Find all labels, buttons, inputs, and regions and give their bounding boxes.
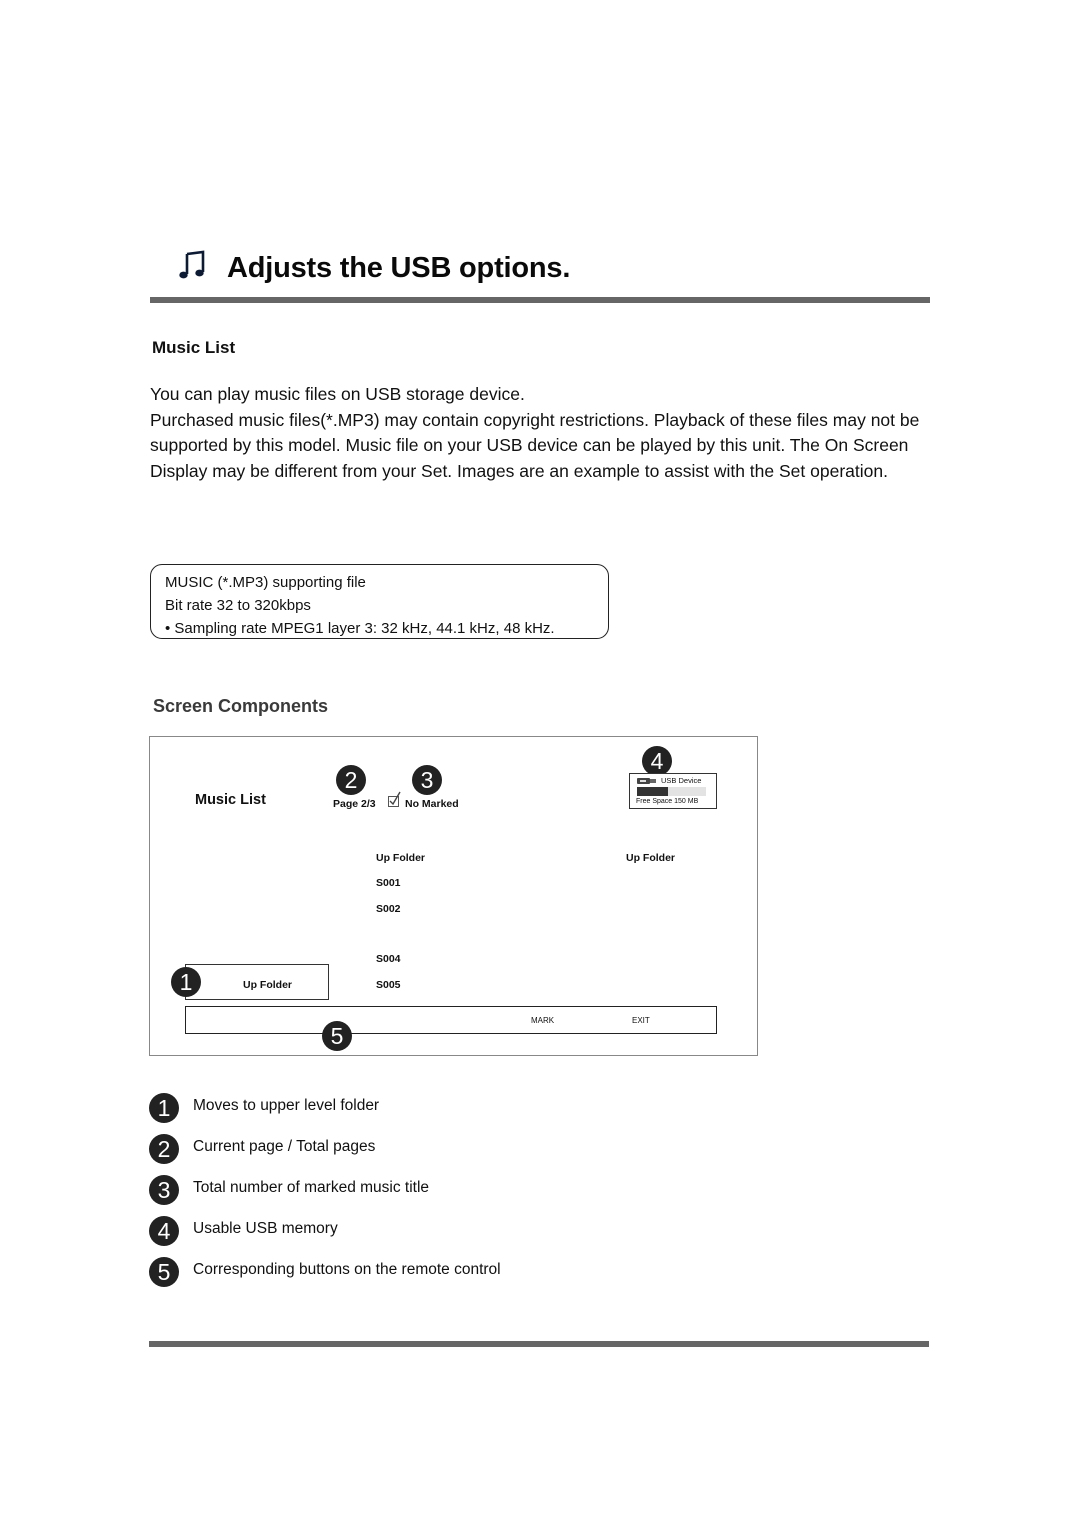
marked-status: No Marked [405,798,459,810]
callout-badge-5: 5 [322,1021,352,1051]
remote-button-bar: MARK EXIT [185,1006,717,1034]
legend-badge: 5 [149,1257,179,1287]
legend-text: Corresponding buttons on the remote cont… [193,1261,501,1278]
selected-item-box[interactable]: Up Folder [185,964,329,1000]
selected-item-label: Up Folder [243,979,292,991]
legend-text: Current page / Total pages [193,1138,376,1155]
callout-badge-2: 2 [336,765,366,795]
usb-plug-icon [637,778,656,784]
legend-text: Moves to upper level folder [193,1097,380,1114]
usb-usage-bar [637,787,706,796]
legend-badge: 1 [149,1093,179,1123]
header-divider [150,297,930,303]
legend-badge: 2 [149,1134,179,1164]
mark-checkbox-icon [388,791,401,807]
usb-usage-bar-fill [637,787,669,796]
legend-badge: 3 [149,1175,179,1205]
usb-memory-panel: USB Device Free Space 150 MB [629,773,717,809]
intro-paragraph: Purchased music files(*.MP3) may contain… [150,409,920,481]
info-line: Bit rate 32 to 320kbps [165,597,311,614]
list-item[interactable]: S005 [376,979,401,991]
osd-title: Music List [195,792,266,808]
list-item[interactable]: S004 [376,953,401,965]
preview-label: Up Folder [626,852,675,864]
osd-screen: Music List 2 3 Page 2/3 No Marked 4 USB … [149,736,758,1056]
legend-text: Usable USB memory [193,1220,338,1237]
mark-button[interactable]: MARK [531,1016,554,1025]
callout-badge-4: 4 [642,746,672,776]
exit-button[interactable]: EXIT [632,1016,650,1025]
footer-divider [149,1341,929,1347]
section-title: Music List [152,338,236,357]
intro-paragraph: You can play music files on USB storage … [150,384,525,404]
list-item[interactable]: S001 [376,877,401,889]
info-line: MUSIC (*.MP3) supporting file [165,574,366,591]
usb-device-label: USB Device [661,776,702,785]
legend-badge: 4 [149,1216,179,1246]
music-note-icon [179,250,205,279]
legend-text: Total number of marked music title [193,1179,430,1196]
intro-text: You can play music files on USB storage … [150,382,950,484]
components-title: Screen Components [153,696,329,716]
page-title: Adjusts the USB options. [227,252,571,284]
callout-badge-3: 3 [412,765,442,795]
list-item[interactable]: Up Folder [376,852,425,864]
list-item[interactable]: S002 [376,903,401,915]
format-info-box: MUSIC (*.MP3) supporting file Bit rate 3… [150,564,609,639]
usb-free-space: Free Space 150 MB [636,798,699,805]
info-line: • Sampling rate MPEG1 layer 3: 32 kHz, 4… [165,620,555,637]
page-indicator: Page 2/3 [333,798,376,810]
callout-badge-1: 1 [171,967,201,997]
